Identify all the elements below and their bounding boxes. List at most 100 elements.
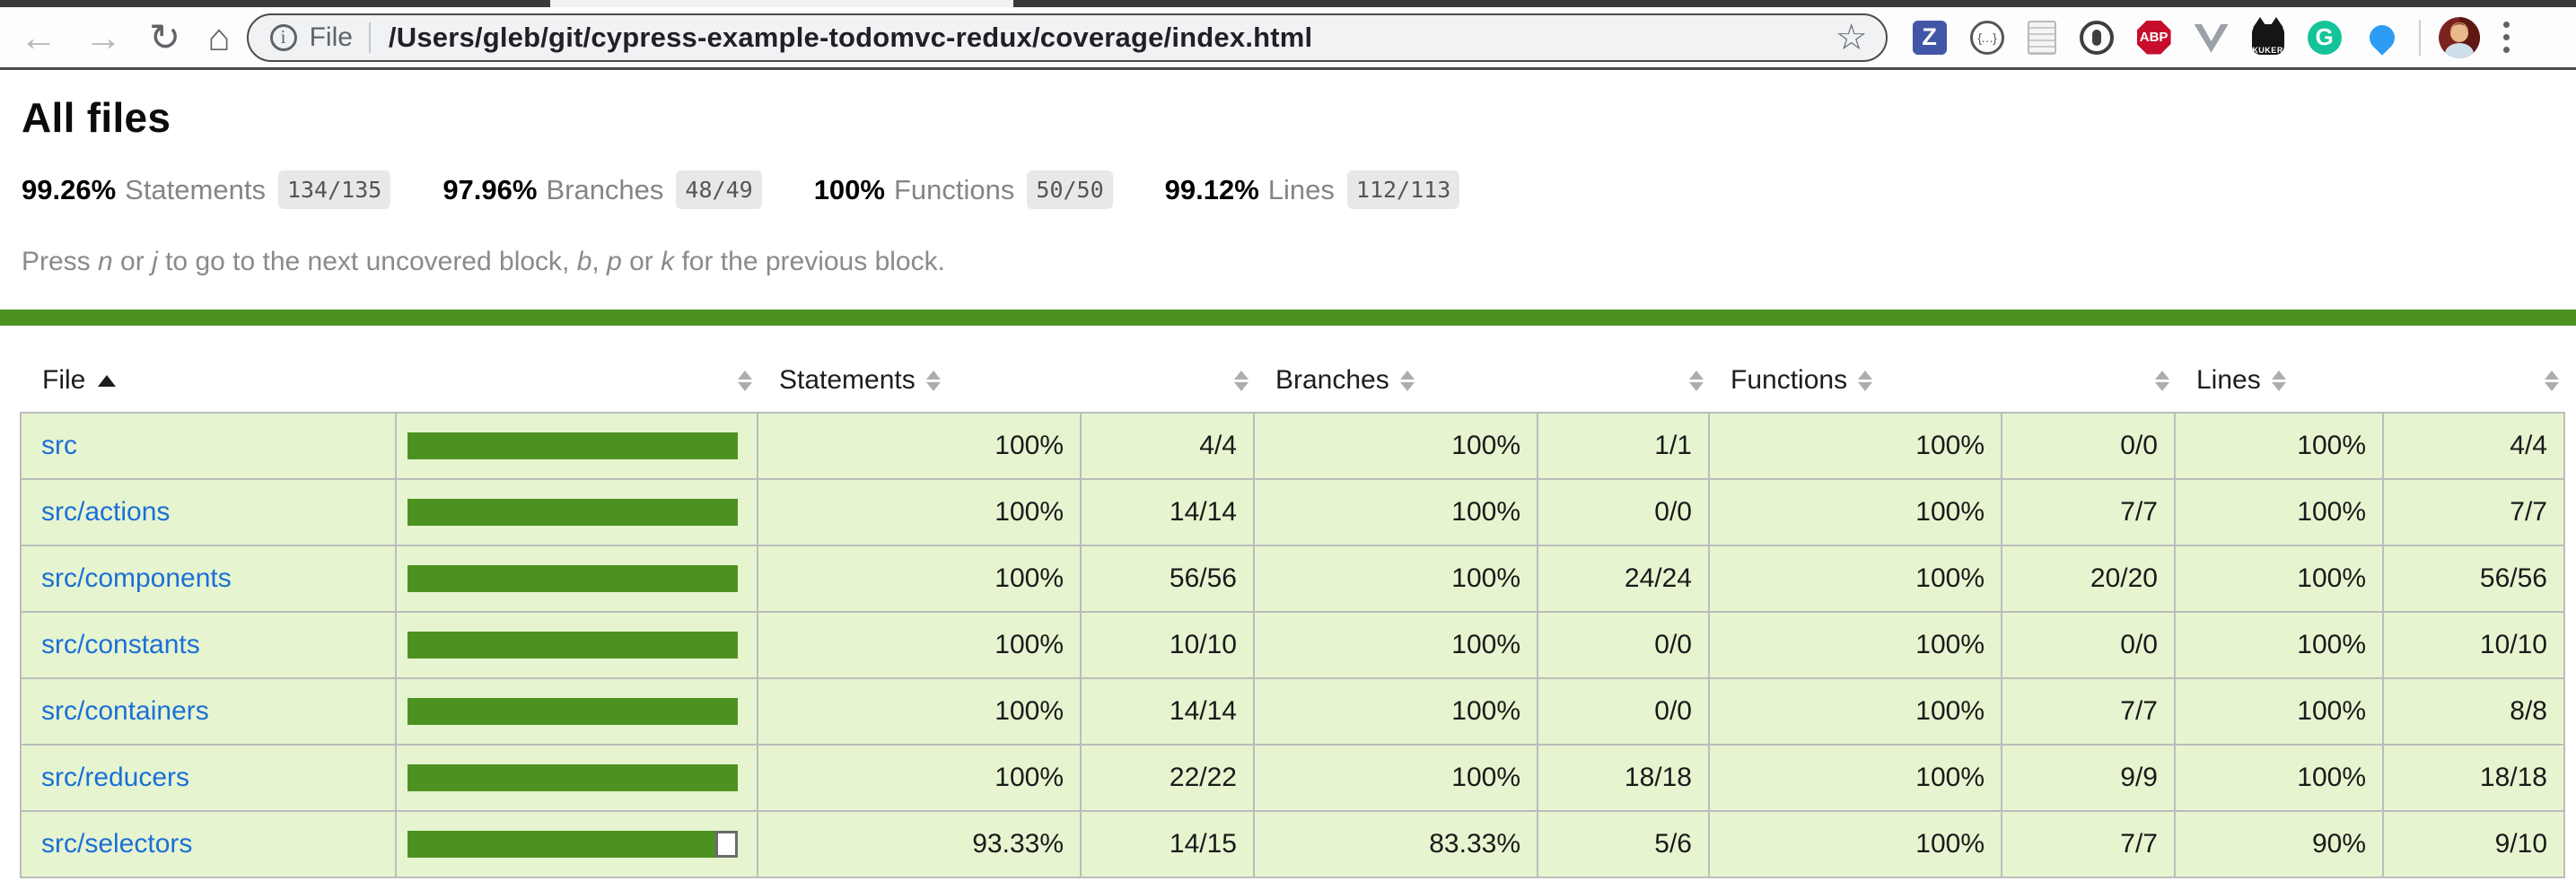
coverage-bar-fill	[407, 432, 738, 459]
file-cell: src/selectors	[21, 811, 396, 877]
summary-metric: 97.96% Branches 48/49	[442, 170, 761, 209]
bookmark-star-icon[interactable]: ☆	[1836, 20, 1868, 56]
sorter-icon	[2545, 371, 2559, 391]
branches-pct-cell: 100%	[1254, 678, 1538, 745]
sorter-icon	[738, 371, 752, 391]
coverage-bar	[407, 831, 738, 858]
profile-avatar[interactable]	[2439, 17, 2480, 58]
branches-raw-cell: 0/0	[1538, 479, 1709, 545]
adblock-plus-extension-icon[interactable]: ABP	[2137, 21, 2171, 55]
file-cell: src/containers	[21, 678, 396, 745]
back-icon[interactable]: ←	[20, 19, 57, 57]
coverage-bar	[407, 698, 738, 725]
file-cell: src/reducers	[21, 745, 396, 811]
coverage-bar-cell	[396, 413, 758, 479]
coverage-bar-fill	[407, 764, 738, 791]
forward-icon[interactable]: →	[84, 19, 122, 57]
functions-raw-cell: 9/9	[2002, 745, 2175, 811]
coverage-bar-cell	[396, 479, 758, 545]
statements-pct-cell: 93.33%	[758, 811, 1081, 877]
column-header-functions[interactable]: Functions	[1709, 365, 2002, 413]
table-header-row: File Statements Branches Func	[21, 365, 2564, 413]
file-cell: src	[21, 413, 396, 479]
column-header-statements-raw[interactable]	[1081, 365, 1254, 413]
kuker-extension-icon[interactable]: KUKER	[2252, 24, 2284, 55]
file-link[interactable]: src/selectors	[41, 829, 192, 859]
table-row: src/constants 100% 10/10 100% 0/0 100% 0…	[21, 612, 2564, 678]
column-header-file[interactable]: File	[21, 365, 396, 413]
coverage-bar-fill	[407, 698, 738, 725]
hint-text-segment: j	[152, 247, 158, 276]
table-row: src/reducers 100% 22/22 100% 18/18 100% …	[21, 745, 2564, 811]
z-extension-icon[interactable]: Z	[1913, 21, 1947, 55]
functions-pct-cell: 100%	[1709, 678, 2002, 745]
column-label: Lines	[2196, 365, 2261, 396]
table-row: src/selectors 93.33% 14/15 83.33% 5/6 10…	[21, 811, 2564, 877]
summary-metric: 100% Functions 50/50	[814, 170, 1113, 209]
reload-icon[interactable]: ↻	[149, 19, 180, 57]
coverage-status-line	[0, 310, 2576, 326]
grammarly-extension-icon[interactable]: G	[2308, 21, 2342, 55]
coverage-bar	[407, 632, 738, 659]
home-icon[interactable]: ⌂	[207, 19, 230, 57]
branches-raw-cell: 5/6	[1538, 811, 1709, 877]
column-label: Functions	[1730, 365, 1847, 396]
summary-fraction-badge: 48/49	[676, 170, 761, 209]
functions-pct-cell: 100%	[1709, 479, 2002, 545]
hint-text-segment: for the previous block.	[674, 247, 945, 276]
column-header-branches[interactable]: Branches	[1254, 365, 1538, 413]
column-header-lines-raw[interactable]	[2383, 365, 2564, 413]
coverage-bar-fill	[407, 831, 715, 858]
password-manager-extension-icon[interactable]	[2080, 21, 2114, 55]
coverage-summary: 99.26% Statements 134/135 97.96% Branche…	[0, 142, 2576, 209]
functions-raw-cell: 7/7	[2002, 678, 2175, 745]
summary-label: Branches	[546, 174, 663, 206]
lines-raw-cell: 7/7	[2383, 479, 2564, 545]
lines-raw-cell: 9/10	[2383, 811, 2564, 877]
file-link[interactable]: src/actions	[41, 497, 170, 527]
avatar-image	[2439, 17, 2480, 58]
functions-raw-cell: 0/0	[2002, 413, 2175, 479]
column-label: File	[42, 365, 85, 396]
coverage-bar-cell	[396, 811, 758, 877]
branches-pct-cell: 83.33%	[1254, 811, 1538, 877]
file-link[interactable]: src/reducers	[41, 763, 189, 792]
coverage-table: File Statements Branches Func	[20, 365, 2565, 878]
coverage-bar-fill	[407, 632, 738, 659]
column-header-statements[interactable]: Statements	[758, 365, 1081, 413]
browser-menu-icon[interactable]	[2503, 22, 2510, 53]
vue-devtools-extension-icon[interactable]	[2195, 21, 2229, 55]
json-viewer-extension-icon[interactable]: {…}	[1970, 21, 2004, 55]
file-link[interactable]: src/components	[41, 563, 232, 593]
page-info-icon[interactable]: i	[270, 24, 297, 51]
branches-pct-cell: 100%	[1254, 413, 1538, 479]
lines-pct-cell: 100%	[2175, 545, 2383, 612]
statements-pct-cell: 100%	[758, 479, 1081, 545]
table-row: src/containers 100% 14/14 100% 0/0 100% …	[21, 678, 2564, 745]
tab-strip	[0, 0, 2576, 7]
column-header-bar[interactable]	[396, 365, 758, 413]
statements-raw-cell: 10/10	[1081, 612, 1254, 678]
file-link[interactable]: src	[41, 431, 77, 460]
toolbar-divider	[2419, 20, 2421, 56]
flame-extension-icon[interactable]	[2365, 21, 2399, 55]
userscript-extension-icon[interactable]	[2028, 21, 2056, 55]
hint-text-segment: k	[661, 247, 674, 276]
column-header-lines[interactable]: Lines	[2175, 365, 2383, 413]
coverage-bar-cell	[396, 678, 758, 745]
sorter-icon	[2155, 371, 2169, 391]
extension-icon-row: Z {…} ABP KUKER G	[1913, 21, 2399, 55]
file-link[interactable]: src/constants	[41, 630, 200, 659]
lines-pct-cell: 100%	[2175, 612, 2383, 678]
lines-raw-cell: 56/56	[2383, 545, 2564, 612]
branches-raw-cell: 1/1	[1538, 413, 1709, 479]
statements-raw-cell: 22/22	[1081, 745, 1254, 811]
file-link[interactable]: src/containers	[41, 696, 209, 726]
column-header-branches-raw[interactable]	[1538, 365, 1709, 413]
active-tab[interactable]	[550, 0, 1013, 7]
branches-pct-cell: 100%	[1254, 745, 1538, 811]
column-header-functions-raw[interactable]	[2002, 365, 2175, 413]
hint-text-segment: or	[622, 247, 661, 276]
url-text[interactable]: /Users/gleb/git/cypress-example-todomvc-…	[389, 22, 1825, 54]
address-bar[interactable]: i File /Users/gleb/git/cypress-example-t…	[247, 13, 1888, 62]
